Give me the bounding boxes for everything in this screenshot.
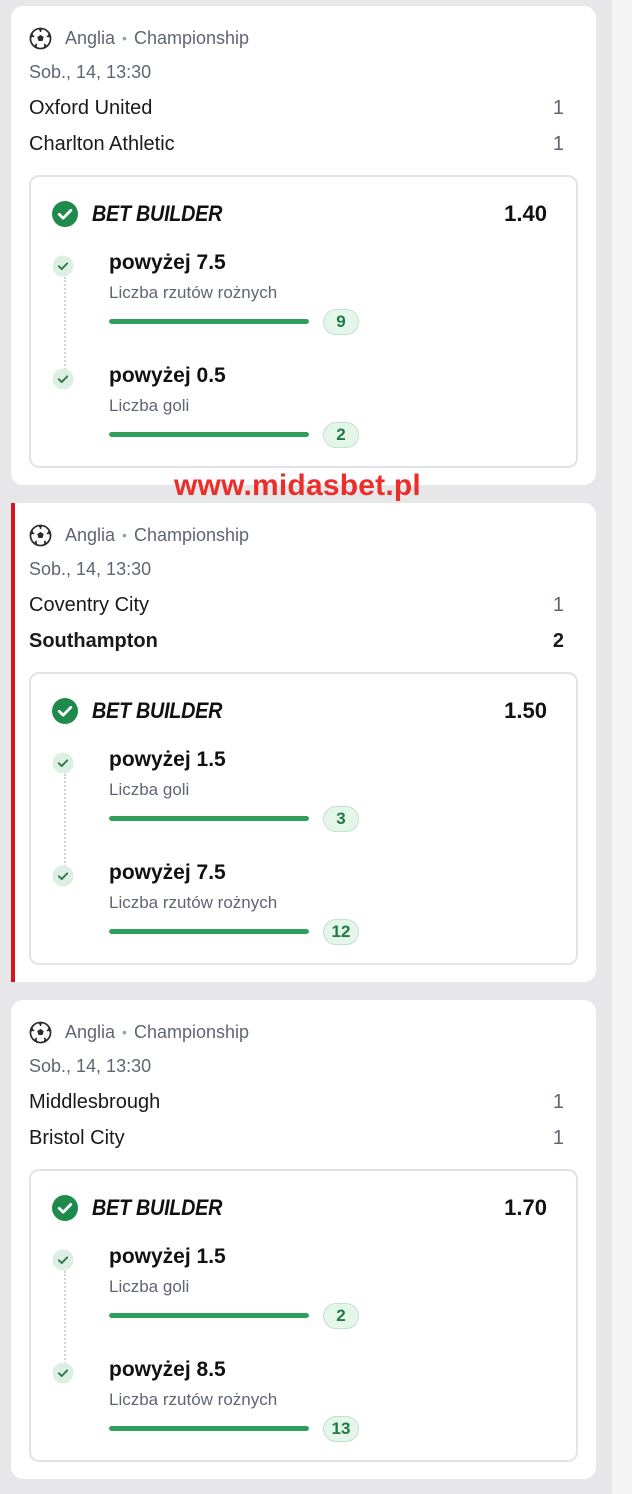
selection-market: Liczba goli xyxy=(109,780,190,799)
selection-market: Liczba goli xyxy=(109,396,190,415)
check-circle-icon xyxy=(52,1195,78,1221)
bet-builder-header: BET BUILDER 1.50 xyxy=(51,696,547,726)
away-team-row: Southampton 2 xyxy=(29,627,564,655)
home-team-row: Oxford United 1 xyxy=(29,94,564,122)
away-team-score: 1 xyxy=(552,1126,564,1149)
match-datetime: Sob., 14, 13:30 xyxy=(29,1056,152,1076)
check-circle-icon xyxy=(52,201,78,227)
home-team-score: 1 xyxy=(552,96,564,119)
home-team-score: 1 xyxy=(552,1090,564,1113)
progress-bar-fill xyxy=(109,1313,309,1318)
bet-odds: 1.70 xyxy=(504,1195,547,1220)
progress-bar xyxy=(109,1426,309,1431)
bet-builder-title: BET BUILDER xyxy=(92,201,223,226)
selection-result-badge: 13 xyxy=(323,1416,359,1442)
selection-name: powyżej 0.5 xyxy=(109,364,226,387)
bet-builder-box[interactable]: BET BUILDER 1.50 powyżej 1.5 Liczba goli… xyxy=(29,672,578,965)
selection-item: powyżej 0.5 Liczba goli 2 xyxy=(51,362,551,452)
bet-builder-header: BET BUILDER 1.40 xyxy=(51,199,547,229)
away-team-name: Southampton xyxy=(29,629,158,652)
selection-name: powyżej 7.5 xyxy=(109,861,226,884)
selection-item: powyżej 7.5 Liczba rzutów rożnych 9 xyxy=(51,249,551,339)
away-team-score: 1 xyxy=(552,132,564,155)
selection-market: Liczba rzutów rożnych xyxy=(109,283,278,302)
away-team-row: Bristol City 1 xyxy=(29,1124,564,1152)
progress-bar xyxy=(109,929,309,934)
home-team-name: Middlesbrough xyxy=(29,1090,161,1113)
selection-name: powyżej 1.5 xyxy=(109,1245,226,1268)
league-row: Anglia • Championship xyxy=(29,1020,249,1044)
check-circle-icon xyxy=(52,255,74,277)
match-datetime: Sob., 14, 13:30 xyxy=(29,62,152,82)
selection-item: powyżej 8.5 Liczba rzutów rożnych 13 xyxy=(51,1356,551,1446)
separator-dot: • xyxy=(122,30,127,46)
away-team-score: 2 xyxy=(552,629,564,652)
scroll-gutter xyxy=(612,0,632,1494)
progress-bar xyxy=(109,319,309,324)
away-team-row: Charlton Athletic 1 xyxy=(29,130,564,158)
selection-item: powyżej 1.5 Liczba goli 3 xyxy=(51,746,551,836)
league-country: Anglia xyxy=(65,27,116,48)
progress-bar-fill xyxy=(109,929,309,934)
home-team-name: Oxford United xyxy=(29,96,153,119)
selection-result-badge: 9 xyxy=(323,309,359,335)
progress-bar-fill xyxy=(109,432,309,437)
selection-market: Liczba rzutów rożnych xyxy=(109,893,278,912)
match-card[interactable]: Anglia • Championship Sob., 14, 13:30 Ox… xyxy=(11,6,596,485)
bet-builder-box[interactable]: BET BUILDER 1.70 powyżej 1.5 Liczba goli… xyxy=(29,1169,578,1462)
selection-market: Liczba rzutów rożnych xyxy=(109,1390,278,1409)
check-circle-icon xyxy=(52,698,78,724)
home-team-row: Middlesbrough 1 xyxy=(29,1088,564,1116)
progress-bar xyxy=(109,816,309,821)
selection-name: powyżej 8.5 xyxy=(109,1358,226,1381)
league-competition: Championship xyxy=(133,27,250,48)
league-country: Anglia xyxy=(65,1021,116,1042)
soccer-ball-icon xyxy=(29,1021,52,1043)
match-card[interactable]: Anglia • Championship Sob., 14, 13:30 Co… xyxy=(11,503,596,982)
league-country: Anglia xyxy=(65,524,116,545)
progress-bar xyxy=(109,432,309,437)
bet-builder-box[interactable]: BET BUILDER 1.40 powyżej 7.5 Liczba rzut… xyxy=(29,175,578,468)
selection-market: Liczba goli xyxy=(109,1277,190,1296)
away-team-name: Charlton Athletic xyxy=(29,132,175,155)
selection-result-badge: 3 xyxy=(323,806,359,832)
selection-result-badge: 12 xyxy=(323,919,359,945)
check-circle-icon xyxy=(52,368,74,390)
home-team-row: Coventry City 1 xyxy=(29,591,564,619)
separator-dot: • xyxy=(122,1024,127,1040)
home-team-score: 1 xyxy=(552,593,564,616)
bet-builder-header: BET BUILDER 1.70 xyxy=(51,1193,547,1223)
league-competition: Championship xyxy=(133,524,250,545)
progress-bar-fill xyxy=(109,816,309,821)
progress-bar xyxy=(109,1313,309,1318)
selection-result-badge: 2 xyxy=(323,422,359,448)
separator-dot: • xyxy=(122,527,127,543)
match-datetime: Sob., 14, 13:30 xyxy=(29,559,152,579)
selection-name: powyżej 1.5 xyxy=(109,748,226,771)
bet-builder-title: BET BUILDER xyxy=(92,1195,223,1220)
selection-item: powyżej 1.5 Liczba goli 2 xyxy=(51,1243,551,1333)
selection-result-badge: 2 xyxy=(323,1303,359,1329)
bet-odds: 1.40 xyxy=(504,201,547,226)
league-row: Anglia • Championship xyxy=(29,523,249,547)
match-card[interactable]: Anglia • Championship Sob., 14, 13:30 Mi… xyxy=(11,1000,596,1479)
page: Anglia • Championship Sob., 14, 13:30 Ox… xyxy=(0,0,632,1494)
soccer-ball-icon xyxy=(29,27,52,49)
bet-odds: 1.50 xyxy=(504,698,547,723)
bet-builder-title: BET BUILDER xyxy=(92,698,223,723)
check-circle-icon xyxy=(52,752,74,774)
league-competition: Championship xyxy=(133,1021,250,1042)
check-circle-icon xyxy=(52,1249,74,1271)
check-circle-icon xyxy=(52,1362,74,1384)
selection-name: powyżej 7.5 xyxy=(109,251,226,274)
progress-bar-fill xyxy=(109,319,309,324)
progress-bar-fill xyxy=(109,1426,309,1431)
selection-item: powyżej 7.5 Liczba rzutów rożnych 12 xyxy=(51,859,551,949)
check-circle-icon xyxy=(52,865,74,887)
away-team-name: Bristol City xyxy=(29,1126,125,1149)
soccer-ball-icon xyxy=(29,524,52,546)
home-team-name: Coventry City xyxy=(29,593,150,616)
watermark: www.midasbet.pl xyxy=(174,469,421,502)
league-row: Anglia • Championship xyxy=(29,26,249,50)
